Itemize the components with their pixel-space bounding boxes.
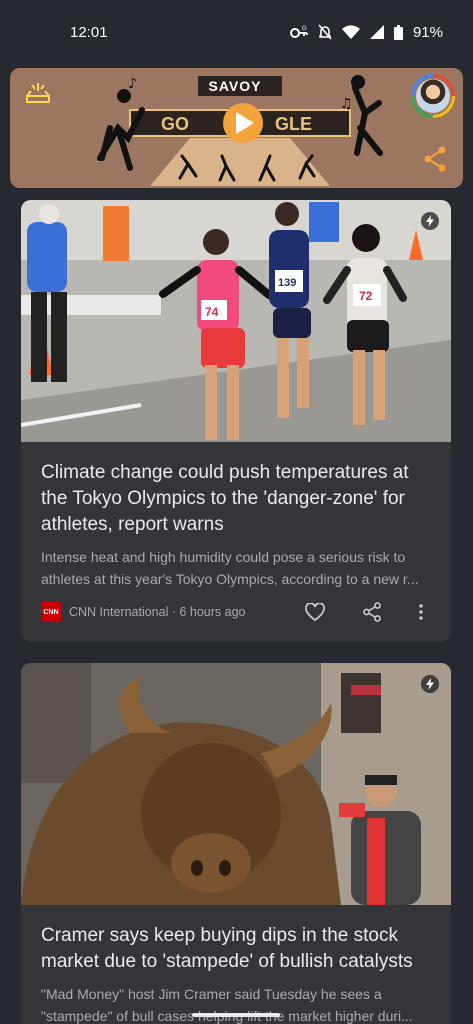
svg-text:GLE: GLE <box>275 114 312 134</box>
profile-avatar[interactable] <box>411 74 455 118</box>
cnn-logo: CNN <box>41 602 61 622</box>
status-time: 12:01 <box>70 23 108 41</box>
publish-time: 6 hours ago <box>179 605 246 619</box>
bib-72: 72 <box>359 289 373 303</box>
source-name: CNN International <box>69 605 169 619</box>
doodle-title: SAVOY <box>208 78 262 94</box>
news-card[interactable]: 74 139 72 Climate change could push temp… <box>21 200 451 642</box>
key-icon: G <box>289 25 308 39</box>
article-image[interactable] <box>21 663 451 905</box>
article-actions <box>305 602 423 622</box>
doodle-card[interactable]: GO GLE ♪ ♫ SAVOY <box>10 68 463 188</box>
heart-icon[interactable] <box>305 603 325 621</box>
article-image[interactable]: 74 139 72 <box>21 200 451 442</box>
amp-bolt-icon <box>421 675 439 693</box>
bell-off-icon <box>318 24 332 40</box>
svg-text:♫: ♫ <box>340 96 353 112</box>
news-card[interactable]: Cramer says keep buying dips in the stoc… <box>21 663 451 1024</box>
signal-icon <box>369 25 384 39</box>
gift-icon[interactable] <box>24 80 52 113</box>
bib-139: 139 <box>278 277 296 289</box>
bib-74: 74 <box>205 305 219 319</box>
source-meta: CNN International · 6 hours ago <box>69 605 246 619</box>
svg-text:G: G <box>302 26 307 32</box>
battery-percent: 91% <box>412 23 443 41</box>
share-icon[interactable] <box>363 602 381 622</box>
status-bar: 12:01 G 91% <box>0 0 473 64</box>
svg-text:GO: GO <box>161 114 189 134</box>
status-icons: G 91% <box>289 23 443 41</box>
battery-icon <box>393 24 403 40</box>
article-footer: CNN CNN International · 6 hours ago <box>21 600 451 624</box>
svg-text:♪: ♪ <box>128 76 137 92</box>
wifi-icon <box>341 25 360 39</box>
article-headline[interactable]: Cramer says keep buying dips in the stoc… <box>21 905 451 975</box>
article-snippet: Intense heat and high humidity could pos… <box>41 549 419 587</box>
article-headline[interactable]: Climate change could push temperatures a… <box>21 442 451 538</box>
share-icon[interactable] <box>423 146 447 177</box>
gesture-nav-handle[interactable] <box>192 1013 280 1017</box>
amp-bolt-icon <box>421 212 439 230</box>
more-options-icon[interactable] <box>419 604 423 620</box>
